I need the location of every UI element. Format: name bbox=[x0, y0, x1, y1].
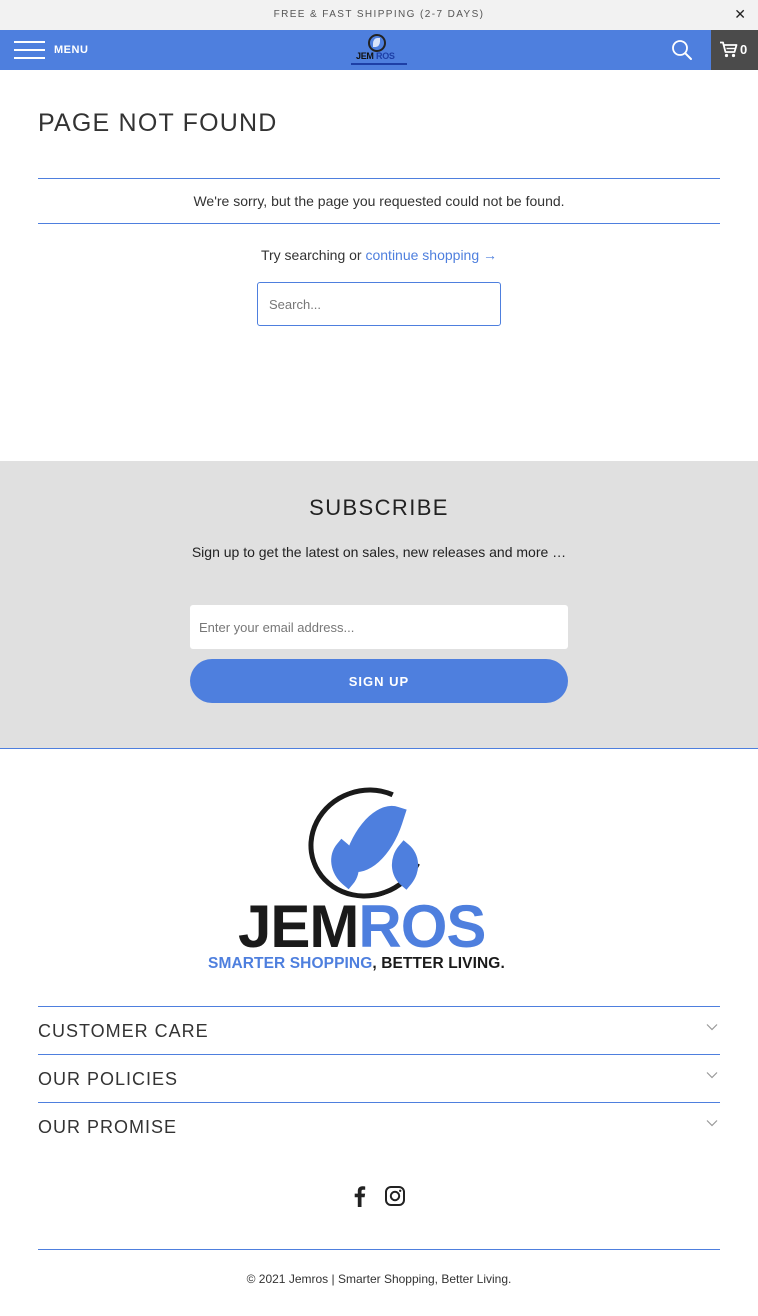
accordion-label: OUR PROMISE bbox=[38, 1117, 178, 1137]
logo-underline bbox=[351, 63, 407, 65]
accordion-our-promise[interactable]: OUR PROMISE bbox=[38, 1102, 720, 1151]
facebook-icon bbox=[354, 1186, 366, 1207]
divider bbox=[38, 223, 720, 224]
logo-text-jem: JEM bbox=[356, 51, 374, 61]
accordion-our-policies[interactable]: OUR POLICIES bbox=[38, 1054, 720, 1103]
divider bbox=[38, 178, 720, 179]
menu-label: MENU bbox=[54, 44, 89, 56]
subscribe-section: SUBSCRIBE Sign up to get the latest on s… bbox=[0, 461, 758, 749]
announcement-bar: FREE & FAST SHIPPING (2-7 DAYS) ✕ bbox=[0, 0, 758, 30]
accordion-label: CUSTOMER CARE bbox=[38, 1021, 209, 1041]
cart-icon bbox=[720, 41, 738, 58]
email-input[interactable] bbox=[190, 605, 568, 649]
sign-up-button[interactable]: SIGN UP bbox=[190, 659, 568, 703]
copyright-text: © 2021 Jemros | Smarter Shopping, Better… bbox=[246, 1272, 512, 1286]
instagram-icon bbox=[385, 1186, 405, 1206]
logo-tagline: SMARTER SHOPPING, BETTER LIVING. bbox=[208, 955, 505, 973]
chevron-down-icon bbox=[706, 1024, 718, 1031]
search-input[interactable] bbox=[257, 282, 501, 326]
announcement-text: FREE & FAST SHIPPING (2-7 DAYS) bbox=[273, 9, 485, 20]
chevron-down-icon bbox=[706, 1120, 718, 1127]
search-button[interactable] bbox=[670, 38, 694, 62]
footer-logo[interactable]: JEMROS SMARTER SHOPPING, BETTER LIVING. bbox=[200, 771, 560, 980]
instagram-link[interactable] bbox=[383, 1184, 407, 1208]
logo-text-ros: ROS bbox=[376, 51, 395, 61]
logo-wordmark: JEMROS bbox=[238, 893, 486, 960]
page-title: PAGE NOT FOUND bbox=[38, 109, 278, 137]
header-logo[interactable]: JEM ROS bbox=[350, 33, 408, 67]
facebook-link[interactable] bbox=[348, 1184, 372, 1208]
try-text: Try searching or bbox=[260, 247, 362, 263]
logo-word-jem: JEM bbox=[238, 893, 359, 960]
divider bbox=[38, 1249, 720, 1250]
accordion-customer-care[interactable]: CUSTOMER CARE bbox=[38, 1006, 720, 1055]
subscribe-title: SUBSCRIBE bbox=[309, 495, 449, 520]
cart-button[interactable]: 0 bbox=[711, 30, 758, 70]
continue-shopping-link[interactable]: continue shopping → bbox=[365, 247, 497, 263]
menu-button[interactable]: MENU bbox=[14, 40, 94, 60]
site-header: MENU JEM ROS 0 bbox=[0, 30, 758, 70]
not-found-message: We're sorry, but the page you requested … bbox=[193, 193, 565, 209]
accordion-label: OUR POLICIES bbox=[38, 1069, 179, 1089]
close-icon[interactable]: ✕ bbox=[734, 6, 746, 22]
chevron-down-icon bbox=[706, 1072, 718, 1079]
search-icon bbox=[672, 40, 692, 60]
subscribe-text: Sign up to get the latest on sales, new … bbox=[191, 544, 567, 560]
logo-word-ros: ROS bbox=[358, 893, 486, 960]
tagline-part2: , BETTER LIVING. bbox=[372, 955, 505, 972]
search-prompt: Try searching or continue shopping → bbox=[0, 247, 758, 263]
cart-count: 0 bbox=[740, 42, 748, 57]
tagline-part1: SMARTER SHOPPING bbox=[208, 955, 373, 972]
